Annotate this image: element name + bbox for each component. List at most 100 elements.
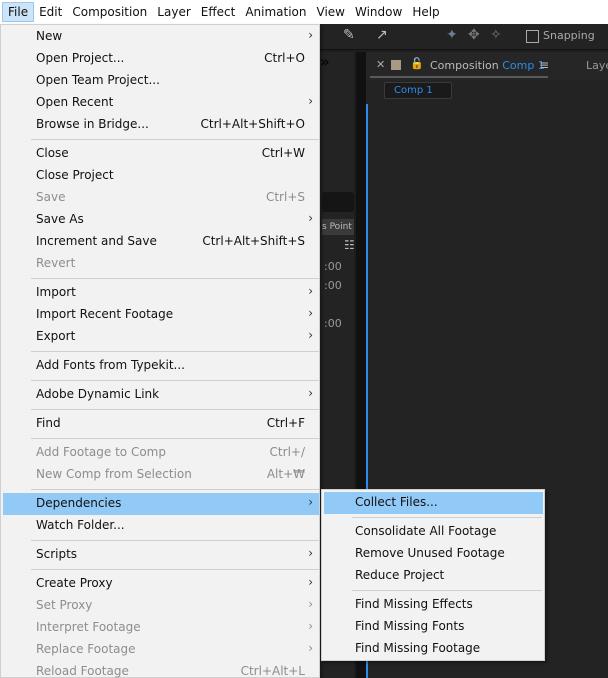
menu-item-label: Close — [36, 146, 69, 160]
menu-item-close[interactable]: Close Ctrl+W — [3, 143, 319, 165]
menu-help[interactable]: Help — [407, 2, 444, 22]
menu-item-label: Watch Folder... — [36, 518, 125, 532]
menu-item-open-recent[interactable]: Open Recent › — [3, 92, 319, 114]
menu-separator — [31, 278, 319, 279]
menu-composition[interactable]: Composition — [67, 2, 152, 22]
menu-item-interpret-footage: Interpret Footage › — [3, 617, 319, 639]
panel-menu-icon[interactable]: ≡ — [539, 58, 549, 72]
submenu-item-label: Find Missing Fonts — [355, 619, 465, 633]
submenu-item-find-missing-fonts[interactable]: Find Missing Fonts — [324, 616, 543, 638]
menu-item-label: Revert — [36, 256, 76, 270]
menu-item-label: Scripts — [36, 547, 78, 561]
menu-item-shortcut: Ctrl+Alt+Shift+O — [200, 117, 305, 131]
menu-item-save: Save Ctrl+S — [3, 187, 319, 209]
menu-bar: File Edit Composition Layer Effect Animation V… — [0, 0, 608, 24]
menu-item-shortcut: Ctrl+O — [264, 51, 305, 65]
menu-item-open-team-project[interactable]: Open Team Project... — [3, 70, 319, 92]
submenu-item-collect-files[interactable]: Collect Files... — [324, 492, 543, 514]
submenu-item-consolidate-all-footage[interactable]: Consolidate All Footage — [324, 521, 543, 543]
close-icon[interactable]: ✕ — [376, 58, 385, 71]
chevron-right-icon: › — [308, 306, 313, 320]
active-tab-indicator — [370, 76, 548, 78]
submenu-item-label: Find Missing Effects — [355, 597, 473, 611]
submenu-item-reduce-project[interactable]: Reduce Project — [324, 565, 543, 587]
menu-item-label: Dependencies — [36, 496, 122, 510]
double-chevron-icon[interactable]: » — [320, 52, 330, 71]
time-value: :00 — [324, 279, 342, 292]
menu-separator — [31, 409, 319, 410]
tab-composition[interactable]: Composition Comp 1 — [430, 59, 545, 72]
chevron-right-icon: › — [308, 211, 313, 225]
chevron-right-icon: › — [308, 94, 313, 108]
chevron-right-icon: › — [308, 28, 313, 42]
submenu-item-label: Consolidate All Footage — [355, 524, 497, 538]
menu-item-import[interactable]: Import › — [3, 282, 319, 304]
menu-view[interactable]: View — [312, 2, 350, 22]
menu-animation[interactable]: Animation — [240, 2, 311, 22]
menu-item-revert: Revert — [3, 253, 319, 275]
menu-item-dependencies[interactable]: Dependencies › — [3, 493, 319, 515]
menu-item-label: Browse in Bridge... — [36, 117, 149, 131]
menu-item-label: Save As — [36, 212, 84, 226]
menu-file[interactable]: File — [2, 2, 35, 22]
comp-breadcrumb[interactable]: Comp 1 — [384, 82, 452, 99]
menu-item-shortcut: Ctrl+Alt+L — [240, 664, 305, 678]
menu-separator — [31, 351, 319, 352]
menu-item-adobe-dynamic-link[interactable]: Adobe Dynamic Link › — [3, 384, 319, 406]
menu-item-find[interactable]: Find Ctrl+F — [3, 413, 319, 435]
menu-item-shortcut: Ctrl+/ — [269, 445, 305, 459]
menu-window[interactable]: Window — [350, 2, 407, 22]
bend-tool-icon[interactable]: ✧ — [490, 27, 502, 43]
menu-item-label: Add Footage to Comp — [36, 445, 166, 459]
menu-item-add-fonts-from-typekit[interactable]: Add Fonts from Typekit... — [3, 355, 319, 377]
submenu-item-find-missing-effects[interactable]: Find Missing Effects — [324, 594, 543, 616]
menu-item-create-proxy[interactable]: Create Proxy › — [3, 573, 319, 595]
menu-item-add-footage-to-comp: Add Footage to Comp Ctrl+/ — [3, 442, 319, 464]
chevron-right-icon: › — [308, 597, 313, 611]
menu-effect[interactable]: Effect — [196, 2, 241, 22]
menu-item-new[interactable]: New › — [3, 26, 319, 48]
menu-item-close-project[interactable]: Close Project — [3, 165, 319, 187]
menu-edit[interactable]: Edit — [34, 2, 67, 22]
menu-item-new-comp-from-selection: New Comp from Selection Alt+₩ — [3, 464, 319, 486]
submenu-item-find-missing-footage[interactable]: Find Missing Footage — [324, 638, 543, 660]
menu-separator — [31, 489, 319, 490]
chevron-right-icon: › — [308, 619, 313, 633]
menu-item-label: Reload Footage — [36, 664, 129, 678]
menu-layer[interactable]: Layer — [152, 2, 195, 22]
menu-item-label: Save — [36, 190, 66, 204]
menu-separator — [31, 569, 319, 570]
snapping-label: Snapping — [543, 29, 595, 42]
menu-separator — [352, 590, 542, 591]
menu-item-label: Open Project... — [36, 51, 125, 65]
menu-item-shortcut: Ctrl+Alt+Shift+S — [202, 234, 305, 248]
menu-item-save-as[interactable]: Save As › — [3, 209, 319, 231]
menu-item-browse-in-bridge[interactable]: Browse in Bridge... Ctrl+Alt+Shift+O — [3, 114, 319, 136]
menu-item-export[interactable]: Export › — [3, 326, 319, 348]
menu-item-shortcut: Ctrl+S — [265, 190, 305, 204]
menu-item-label: Import Recent Footage — [36, 307, 174, 321]
menu-item-increment-and-save[interactable]: Increment and Save Ctrl+Alt+Shift+S — [3, 231, 319, 253]
menu-item-label: New Comp from Selection — [36, 467, 192, 481]
menu-separator — [352, 517, 542, 518]
lock-icon[interactable]: 🔓 — [410, 57, 424, 70]
menu-item-scripts[interactable]: Scripts › — [3, 544, 319, 566]
tab-layer[interactable]: Laye — [586, 59, 608, 72]
menu-item-label: New — [36, 29, 63, 43]
pen-tool-icon[interactable]: ✎ — [343, 27, 355, 43]
hierarchy-icon[interactable]: ☷ — [344, 238, 355, 252]
time-value: :00 — [324, 317, 342, 330]
puppet-tool-icon[interactable]: ✦ — [446, 27, 458, 43]
chevron-right-icon: › — [308, 284, 313, 298]
menu-item-open-project[interactable]: Open Project... Ctrl+O — [3, 48, 319, 70]
starch-tool-icon[interactable]: ✥ — [468, 27, 480, 43]
menu-item-import-recent-footage[interactable]: Import Recent Footage › — [3, 304, 319, 326]
pin-tool-icon[interactable]: ↗ — [376, 27, 388, 43]
submenu-item-remove-unused-footage[interactable]: Remove Unused Footage — [324, 543, 543, 565]
menu-separator — [31, 540, 319, 541]
submenu-item-label: Reduce Project — [355, 568, 445, 582]
menu-separator — [31, 139, 319, 140]
snapping-checkbox[interactable] — [526, 30, 539, 43]
project-search-input[interactable] — [322, 192, 354, 212]
menu-item-watch-folder[interactable]: Watch Folder... — [3, 515, 319, 537]
